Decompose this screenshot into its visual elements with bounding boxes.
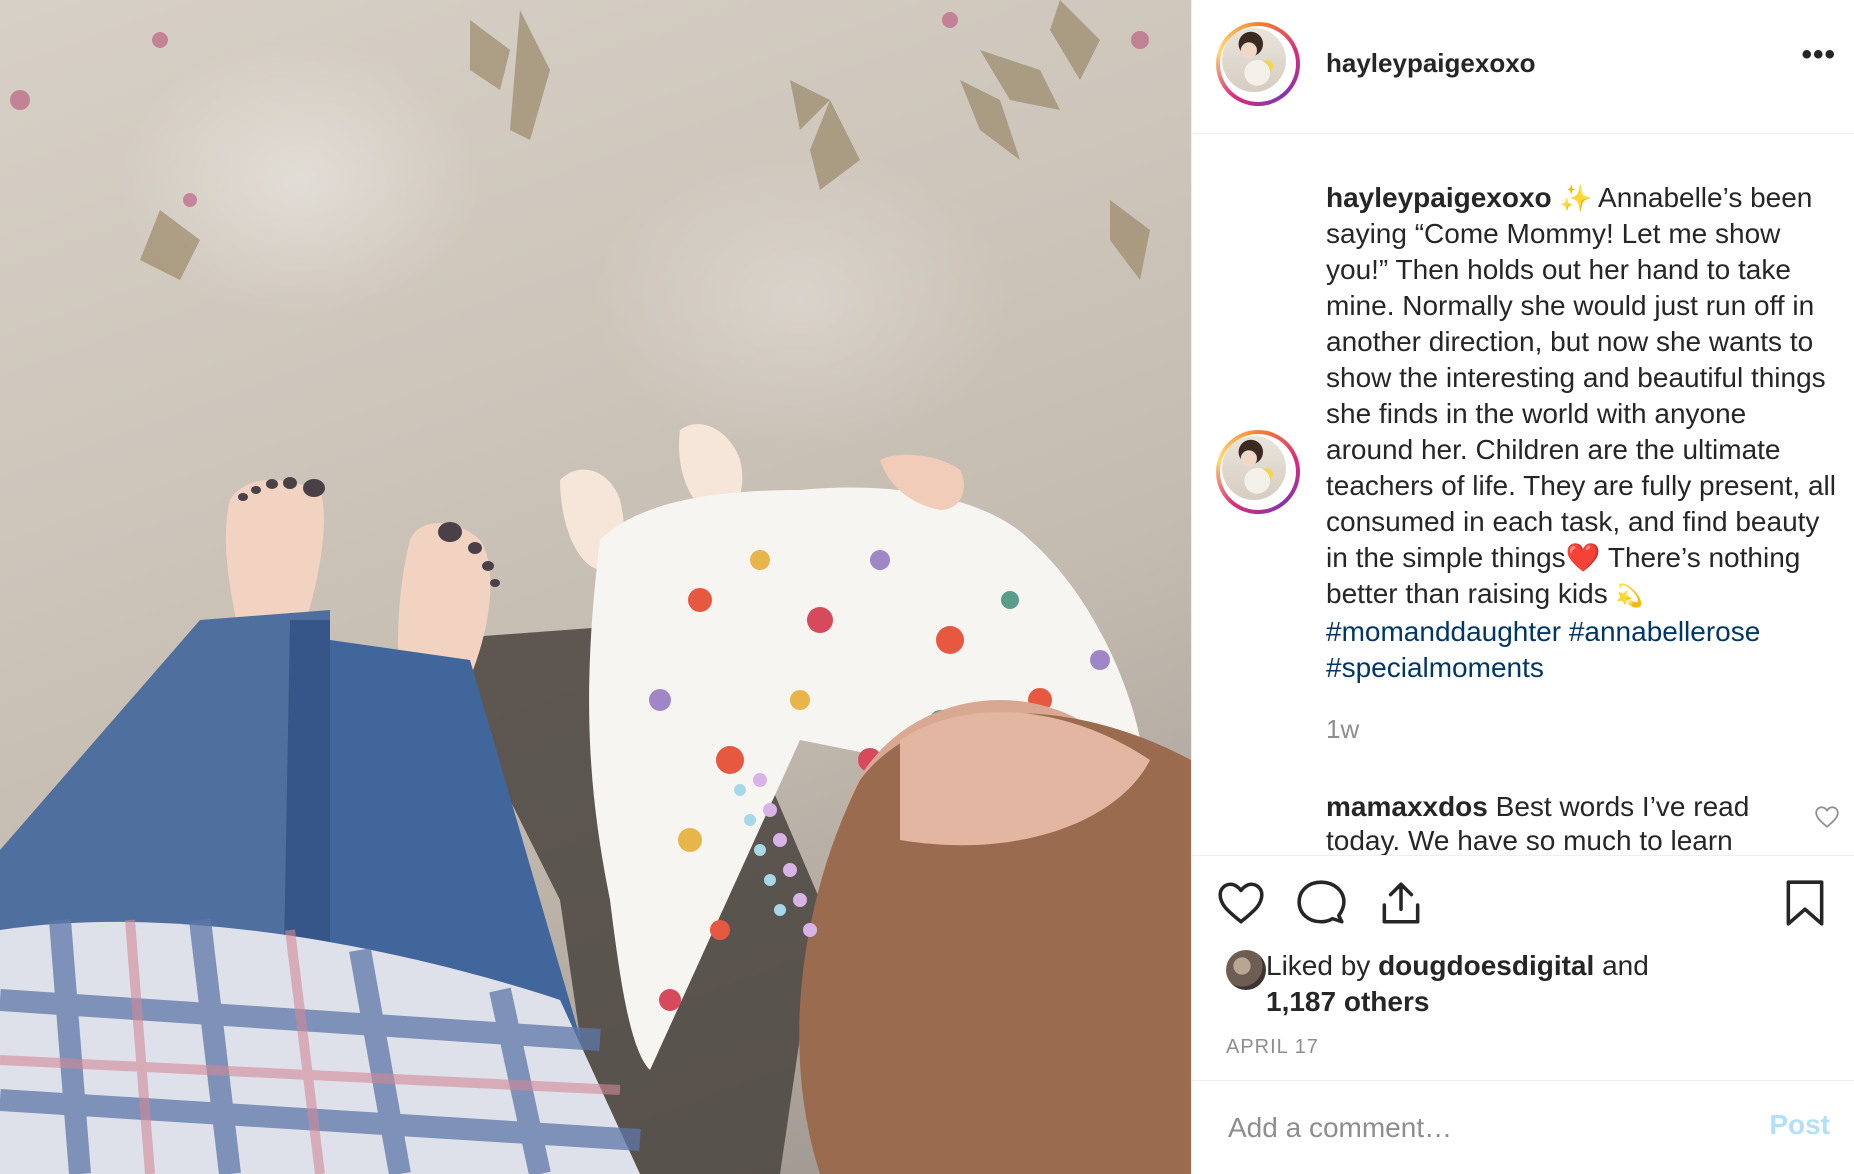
- post-comment-button[interactable]: Post: [1769, 1109, 1830, 1141]
- post-date[interactable]: APRIL 17: [1226, 1036, 1319, 1059]
- post-time-ago[interactable]: 1w: [1326, 714, 1359, 745]
- post-modal: hayleypaigexoxo ••• hayleypaigexoxo ✨ An…: [0, 0, 1854, 1174]
- more-options-button[interactable]: •••: [1801, 40, 1836, 70]
- add-comment-input[interactable]: [1226, 1105, 1710, 1151]
- post-caption: hayleypaigexoxo ✨ Annabelle’s been sayin…: [1326, 180, 1836, 686]
- post-photo[interactable]: [0, 0, 1191, 1174]
- beach-photo-illustration: [0, 0, 1191, 1174]
- comment-bubble-icon[interactable]: [1296, 878, 1346, 928]
- red-heart-emoji: ❤️: [1565, 542, 1601, 573]
- caption-username[interactable]: hayleypaigexoxo: [1326, 182, 1552, 213]
- post-header: hayleypaigexoxo •••: [1192, 0, 1854, 134]
- caption-author-avatar[interactable]: [1216, 430, 1300, 514]
- small-heart-icon[interactable]: [1814, 804, 1840, 830]
- action-bar: [1192, 856, 1854, 936]
- comment-username[interactable]: mamaxxdos: [1326, 791, 1488, 822]
- comments-section[interactable]: hayleypaigexoxo ✨ Annabelle’s been sayin…: [1192, 134, 1854, 856]
- bookmark-icon[interactable]: [1780, 878, 1830, 928]
- likes-summary: Liked by dougdoesdigital and 1,187 other…: [1192, 940, 1854, 1020]
- likes-others-link[interactable]: 1,187 others: [1266, 986, 1429, 1017]
- heart-icon[interactable]: [1216, 878, 1266, 928]
- add-comment-row: Post: [1192, 1080, 1854, 1174]
- author-avatar[interactable]: [1216, 22, 1300, 106]
- liker-username[interactable]: dougdoesdigital: [1378, 950, 1594, 981]
- caption-text: Annabelle’s been saying “Come Mommy! Let…: [1326, 182, 1836, 573]
- share-icon[interactable]: [1376, 878, 1426, 928]
- liker-avatar[interactable]: [1226, 950, 1266, 990]
- liked-by-and: and: [1602, 950, 1649, 981]
- dizzy-emoji: 💫: [1615, 583, 1643, 608]
- hashtag-link[interactable]: #annabellerose: [1569, 616, 1761, 647]
- post-side-panel: hayleypaigexoxo ••• hayleypaigexoxo ✨ An…: [1191, 0, 1854, 1174]
- author-username[interactable]: hayleypaigexoxo: [1326, 48, 1536, 79]
- hashtag-link[interactable]: #momanddaughter: [1326, 616, 1561, 647]
- sparkles-emoji: ✨: [1559, 183, 1592, 213]
- hashtag-link[interactable]: #specialmoments: [1326, 652, 1544, 683]
- comment-item: mamaxxdos Best words I’ve read today. We…: [1326, 790, 1796, 855]
- liked-by-prefix: Liked by: [1266, 950, 1371, 981]
